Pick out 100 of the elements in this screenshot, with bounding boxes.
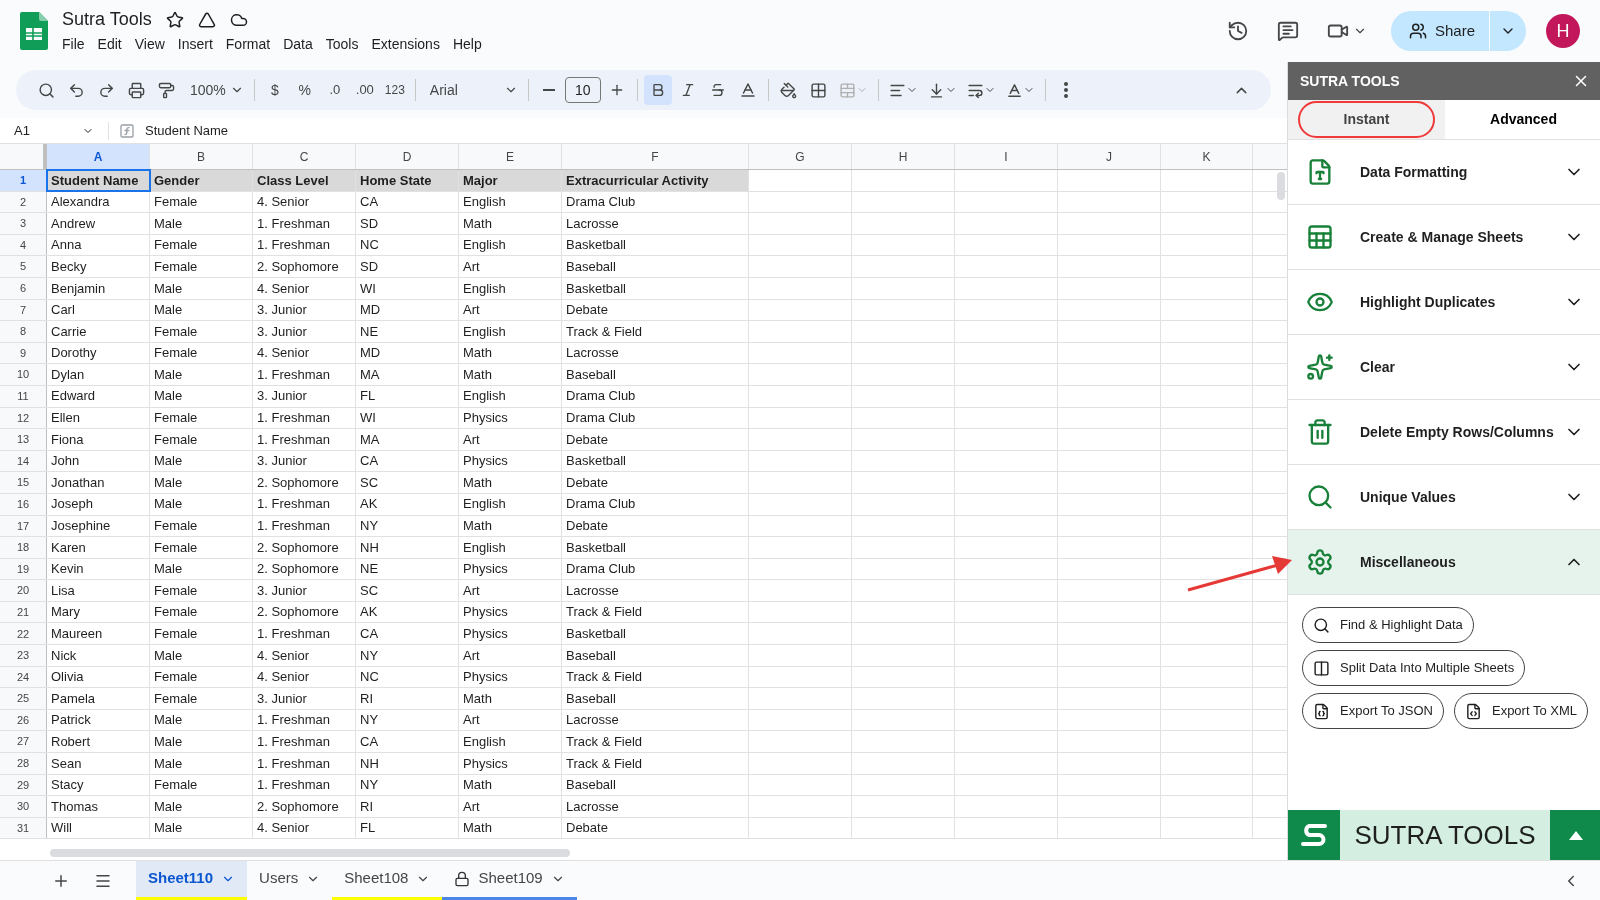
row-number[interactable]: 26 (0, 709, 47, 731)
row-number[interactable]: 25 (0, 688, 47, 709)
table-cell: Art (459, 645, 562, 666)
row-number[interactable]: 1 (0, 170, 47, 191)
column-header[interactable]: H (852, 144, 955, 169)
table-cell: Male (150, 493, 253, 515)
column-header[interactable]: I (955, 144, 1058, 169)
row-number[interactable]: 7 (0, 299, 47, 321)
row-number[interactable]: 11 (0, 385, 47, 407)
menu-item[interactable]: Edit (91, 33, 128, 56)
row-number[interactable]: 12 (0, 407, 47, 429)
formula-field[interactable]: Student Name (145, 120, 1287, 141)
row-number[interactable]: 18 (0, 537, 47, 558)
menu-item[interactable]: File (56, 33, 91, 56)
column-header[interactable]: E (459, 144, 562, 169)
menu-item[interactable]: Insert (171, 33, 219, 56)
menu-item[interactable]: View (128, 33, 171, 56)
table-cell: Will (47, 817, 150, 839)
percent-button[interactable]: % (290, 75, 319, 105)
increase-decimal-button[interactable]: .00 (350, 75, 379, 105)
accordion-header[interactable]: Create & Manage Sheets (1288, 205, 1600, 270)
table-cell: 1. Freshman (253, 709, 356, 731)
column-header[interactable]: K (1161, 144, 1253, 169)
font-size-field[interactable]: 10 (564, 77, 601, 103)
row-number[interactable]: 8 (0, 321, 47, 342)
sidebar-tab[interactable]: Instant (1288, 100, 1445, 139)
menu-item[interactable]: Format (219, 33, 277, 56)
sheet-tab[interactable]: Sheet110 (136, 860, 248, 900)
accordion-header[interactable]: Highlight Duplicates (1288, 270, 1600, 335)
row-number[interactable]: 21 (0, 601, 47, 623)
row-number[interactable]: 14 (0, 450, 47, 472)
cell-reference-field[interactable]: A1 (0, 120, 108, 141)
brand-banner: SUTRA TOOLS (1340, 810, 1550, 860)
document-title[interactable]: Sutra Tools (62, 6, 152, 33)
column-header[interactable]: F (562, 144, 749, 169)
sheet-tab[interactable]: Users (247, 860, 333, 900)
table-cell: Art (459, 580, 562, 601)
accordion-header[interactable]: Data Formatting (1288, 140, 1600, 205)
accordion-header[interactable]: Miscellaneous (1288, 530, 1600, 595)
accordion-header[interactable]: Delete Empty Rows/Columns (1288, 400, 1600, 465)
header-cell: Home State (356, 170, 459, 191)
number-format-button[interactable]: 123 (380, 75, 409, 105)
font-dropdown[interactable]: Arial (421, 75, 522, 105)
table-cell: 1. Freshman (253, 364, 356, 385)
menu-item[interactable]: Help (446, 33, 488, 56)
table-cell: Physics (459, 407, 562, 429)
table-cell: English (459, 234, 562, 256)
sidebar-title: SUTRA TOOLS (1300, 71, 1400, 91)
row-number[interactable]: 13 (0, 429, 47, 450)
row-number[interactable]: 31 (0, 817, 47, 839)
row-number[interactable]: 24 (0, 666, 47, 688)
horizontal-scrollbar[interactable] (50, 849, 570, 857)
row-number[interactable]: 19 (0, 558, 47, 580)
decrease-decimal-button[interactable]: .0 (320, 75, 349, 105)
table-cell: Art (459, 299, 562, 321)
row-number[interactable]: 23 (0, 645, 47, 666)
spreadsheet-logo-icon[interactable] (20, 12, 48, 50)
currency-button[interactable]: $ (260, 75, 289, 105)
expand-button[interactable] (1550, 810, 1600, 860)
row-number[interactable]: 5 (0, 256, 47, 277)
row-number[interactable]: 3 (0, 213, 47, 234)
column-header[interactable]: A (47, 144, 150, 169)
vertical-scrollbar[interactable] (1277, 172, 1285, 200)
table-cell: Benjamin (47, 277, 150, 299)
row-number[interactable]: 10 (0, 364, 47, 385)
column-header[interactable]: C (253, 144, 356, 169)
zoom-dropdown[interactable]: 100% (182, 75, 248, 105)
menu-item[interactable]: Extensions (365, 33, 446, 56)
table-cell: 2. Sophomore (253, 601, 356, 623)
comment-icon[interactable] (1276, 20, 1299, 42)
star-icon[interactable] (165, 10, 184, 29)
menu-item[interactable]: Tools (319, 33, 365, 56)
avatar[interactable]: H (1546, 14, 1580, 48)
row-number[interactable]: 6 (0, 277, 47, 299)
menu-item[interactable]: Data (277, 33, 319, 56)
row-number[interactable]: 29 (0, 774, 47, 796)
column-header[interactable]: B (150, 144, 253, 169)
table-cell: Basketball (562, 234, 749, 256)
column-header[interactable]: J (1058, 144, 1161, 169)
history-icon[interactable] (1226, 20, 1249, 42)
bold-button[interactable] (643, 75, 672, 105)
row-number[interactable]: 2 (0, 191, 47, 213)
sheet-tab[interactable]: Sheet108 (332, 860, 443, 900)
row-number[interactable]: 27 (0, 731, 47, 753)
header-cell: Student Name (47, 170, 150, 191)
row-number[interactable]: 4 (0, 234, 47, 256)
column-header[interactable]: G (749, 144, 852, 169)
row-number[interactable]: 30 (0, 796, 47, 817)
accordion-header[interactable]: Clear (1288, 335, 1600, 400)
column-header[interactable]: D (356, 144, 459, 169)
row-number[interactable]: 16 (0, 493, 47, 515)
table-cell: SD (356, 213, 459, 234)
sheet-tab[interactable]: Sheet109 (442, 860, 577, 900)
row-number[interactable]: 22 (0, 623, 47, 645)
row-number[interactable]: 17 (0, 515, 47, 537)
header-cell: Major (459, 170, 562, 191)
row-number[interactable]: 9 (0, 342, 47, 364)
row-number[interactable]: 28 (0, 753, 47, 774)
row-number[interactable]: 20 (0, 580, 47, 601)
row-number[interactable]: 15 (0, 472, 47, 493)
